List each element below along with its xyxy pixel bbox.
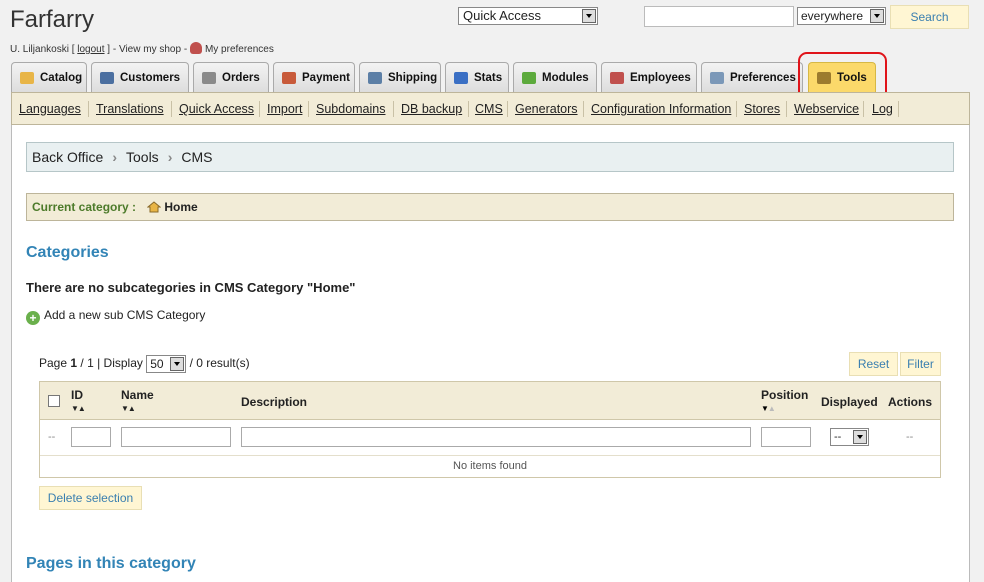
table-header: ID ▼▲ Name ▼▲ Description Position ▼▲ Di… [40, 382, 940, 420]
filter-button[interactable]: Filter [900, 352, 941, 376]
reset-button[interactable]: Reset [849, 352, 898, 376]
search-scope-select[interactable]: everywhere [797, 7, 886, 25]
tab-orders[interactable]: Orders [193, 62, 269, 93]
sort-arrows-icon[interactable]: ▼▲ [121, 404, 136, 413]
breadcrumb-tools[interactable]: Tools [126, 149, 159, 165]
user-icon [100, 72, 114, 84]
filter-displayed-select[interactable]: -- [830, 428, 869, 446]
no-items-message: No items found [453, 460, 527, 472]
payment-icon [282, 72, 296, 84]
folder-icon [20, 72, 34, 84]
chevron-down-icon [853, 430, 867, 444]
subnav-webservice[interactable]: Webservice [794, 102, 859, 116]
tab-employees[interactable]: Employees [601, 62, 697, 93]
filter-name-input[interactable] [121, 427, 231, 447]
table-filter-row: -- -- -- [40, 420, 940, 456]
current-category-home-link[interactable]: Home [164, 200, 197, 214]
subnav-stores[interactable]: Stores [744, 102, 780, 116]
tab-payment[interactable]: Payment [273, 62, 355, 93]
categories-heading: Categories [26, 244, 109, 261]
subnav-configuration-information[interactable]: Configuration Information [591, 102, 731, 116]
breadcrumb-cms: CMS [181, 149, 213, 165]
subnav-generators[interactable]: Generators [515, 102, 578, 116]
col-id: ID [71, 388, 83, 402]
current-category-bar: Current category : Home [26, 193, 954, 221]
user-name: U. Liljankoski [10, 44, 69, 55]
pages-heading: Pages in this category [26, 555, 196, 572]
logout-link[interactable]: logout [77, 44, 104, 55]
tab-preferences[interactable]: Preferences [701, 62, 803, 93]
quick-access-select[interactable]: Quick Access [458, 7, 598, 25]
tab-catalog[interactable]: Catalog [11, 62, 87, 93]
col-actions: Actions [888, 395, 933, 409]
truck-icon [368, 72, 382, 84]
tools-subnav: Languages Translations Quick Access Impo… [11, 92, 970, 125]
sort-arrows-icon[interactable]: ▼▲ [71, 404, 86, 413]
filter-description-input[interactable] [241, 427, 751, 447]
chevron-right-icon: › [167, 149, 173, 165]
user-line: U. Liljankoski [ logout ] - View my shop… [10, 42, 274, 55]
chart-icon [454, 72, 468, 84]
tab-shipping[interactable]: Shipping [359, 62, 441, 93]
select-all-checkbox[interactable] [48, 395, 60, 407]
employee-icon [189, 42, 202, 54]
subnav-cms[interactable]: CMS [475, 102, 503, 116]
display-per-page-select[interactable]: 50 [146, 355, 187, 373]
shop-name: Farfarry [10, 6, 94, 33]
col-displayed: Displayed [821, 395, 878, 409]
add-sub-category-link[interactable]: + Add a new sub CMS Category [26, 308, 205, 325]
tab-modules[interactable]: Modules [513, 62, 597, 93]
sort-arrows-icon[interactable]: ▼▲ [761, 404, 776, 413]
breadcrumb: Back Office › Tools › CMS [26, 142, 954, 172]
subnav-subdomains[interactable]: Subdomains [316, 102, 386, 116]
my-preferences-link[interactable]: My preferences [205, 44, 274, 55]
cms-category-table: ID ▼▲ Name ▼▲ Description Position ▼▲ Di… [39, 381, 941, 478]
delete-selection-button[interactable]: Delete selection [39, 486, 142, 510]
filter-position-input[interactable] [761, 427, 811, 447]
view-shop-link[interactable]: View my shop [119, 44, 181, 55]
breadcrumb-back-office[interactable]: Back Office [32, 149, 103, 165]
filter-id-input[interactable] [71, 427, 111, 447]
col-name: Name [121, 388, 154, 402]
chevron-right-icon: › [112, 149, 117, 165]
search-button[interactable]: Search [890, 5, 969, 29]
tab-customers[interactable]: Customers [91, 62, 189, 93]
cart-icon [202, 72, 216, 84]
preferences-icon [710, 72, 724, 84]
employee-icon [610, 72, 624, 84]
pagination: Page 1 / 1 | Display 50 / 0 result(s) [39, 355, 250, 373]
col-description: Description [241, 395, 308, 409]
tab-stats[interactable]: Stats [445, 62, 509, 93]
subnav-log[interactable]: Log [872, 102, 893, 116]
chevron-down-icon [582, 9, 596, 23]
subnav-import[interactable]: Import [267, 102, 302, 116]
subnav-translations[interactable]: Translations [96, 102, 164, 116]
chevron-down-icon [870, 9, 884, 23]
search-input[interactable] [644, 6, 794, 27]
no-subcategories-message: There are no subcategories in CMS Catego… [26, 280, 356, 295]
col-position: Position [761, 388, 809, 402]
add-icon: + [26, 311, 40, 325]
subnav-quick-access[interactable]: Quick Access [179, 102, 254, 116]
puzzle-icon [522, 72, 536, 84]
chevron-down-icon [170, 357, 185, 371]
home-icon [147, 201, 162, 213]
subnav-db-backup[interactable]: DB backup [401, 102, 462, 116]
subnav-languages[interactable]: Languages [19, 102, 81, 116]
